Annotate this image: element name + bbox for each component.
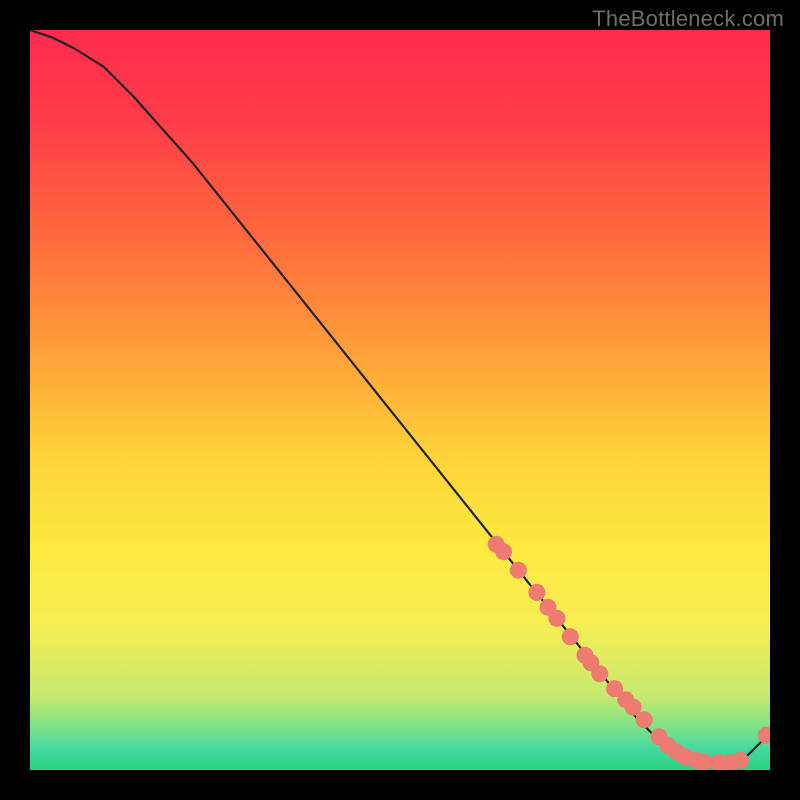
chart-svg <box>30 30 770 770</box>
data-marker <box>695 753 712 770</box>
chart-container: TheBottleneck.com <box>0 0 800 800</box>
data-marker <box>636 711 653 728</box>
data-marker <box>495 543 512 560</box>
data-marker <box>528 584 545 601</box>
data-marker <box>548 610 565 627</box>
watermark-text: TheBottleneck.com <box>592 6 784 32</box>
data-marker <box>591 665 608 682</box>
gradient-background <box>30 30 770 770</box>
data-marker <box>510 562 527 579</box>
plot-area <box>30 30 770 770</box>
data-marker <box>732 752 749 769</box>
data-marker <box>562 628 579 645</box>
